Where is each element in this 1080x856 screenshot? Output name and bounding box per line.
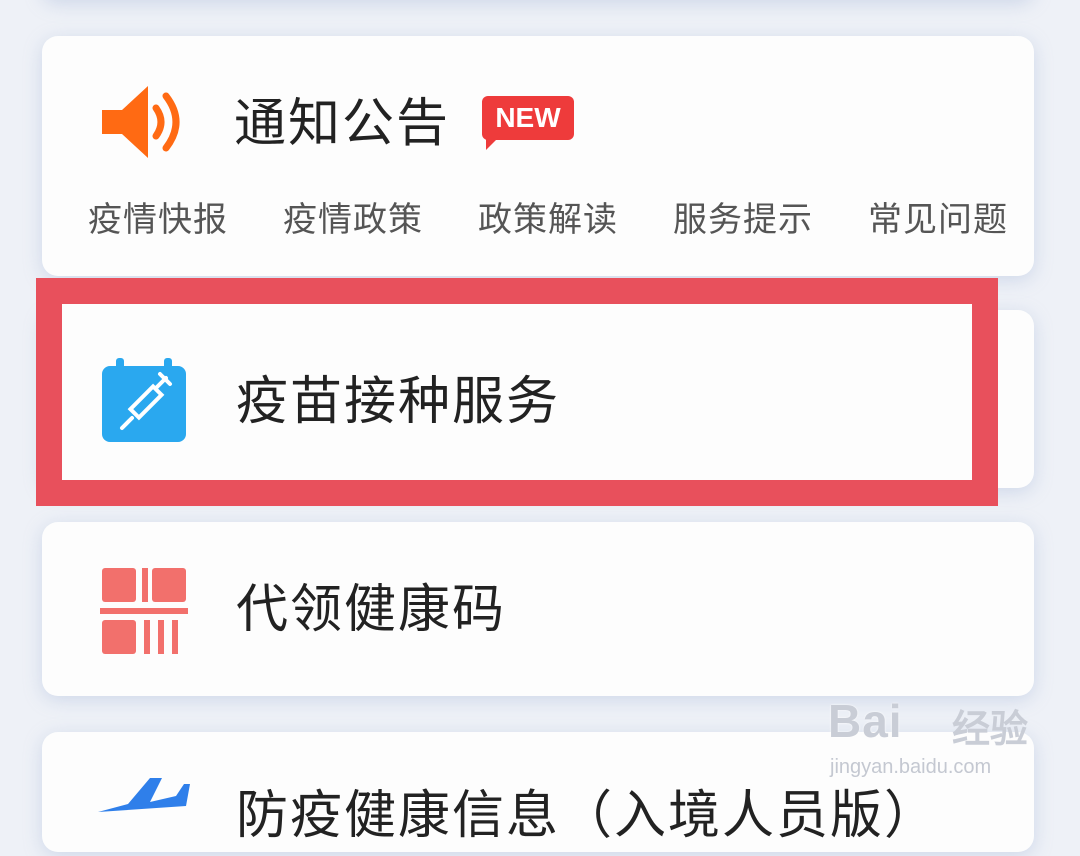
link-faq[interactable]: 常见问题	[868, 196, 1008, 244]
syringe-calendar-icon	[102, 358, 186, 442]
watermark-url: jingyan.baidu.com	[830, 756, 992, 778]
link-policy-interpretation[interactable]: 政策解读	[478, 196, 618, 244]
airplane-icon	[98, 778, 190, 812]
notice-card[interactable]: 通知公告 NEW 疫情快报 疫情政策 政策解读 服务提示 常见问题	[42, 36, 1034, 276]
vaccine-service-label: 疫苗接种服务	[236, 372, 561, 432]
link-epidemic-policy[interactable]: 疫情政策	[283, 196, 423, 244]
new-badge: NEW	[482, 96, 574, 152]
link-epidemic-report[interactable]: 疫情快报	[88, 196, 228, 244]
baidu-jingyan-watermark: Bai 经验 jingyan.baidu.com	[828, 694, 1058, 794]
qr-code-icon	[100, 568, 188, 654]
health-code-label: 代领健康码	[236, 580, 507, 640]
health-code-item[interactable]	[42, 522, 1034, 696]
notice-title: 通知公告	[234, 94, 451, 154]
notice-links: 疫情快报 疫情政策 政策解读 服务提示 常见问题	[88, 196, 1008, 244]
new-badge-label: NEW	[495, 102, 561, 133]
watermark-brand-tail: 经验	[952, 707, 1029, 751]
link-service-tips[interactable]: 服务提示	[673, 196, 813, 244]
speaker-icon	[102, 86, 180, 158]
watermark-brand: Bai	[828, 695, 903, 747]
